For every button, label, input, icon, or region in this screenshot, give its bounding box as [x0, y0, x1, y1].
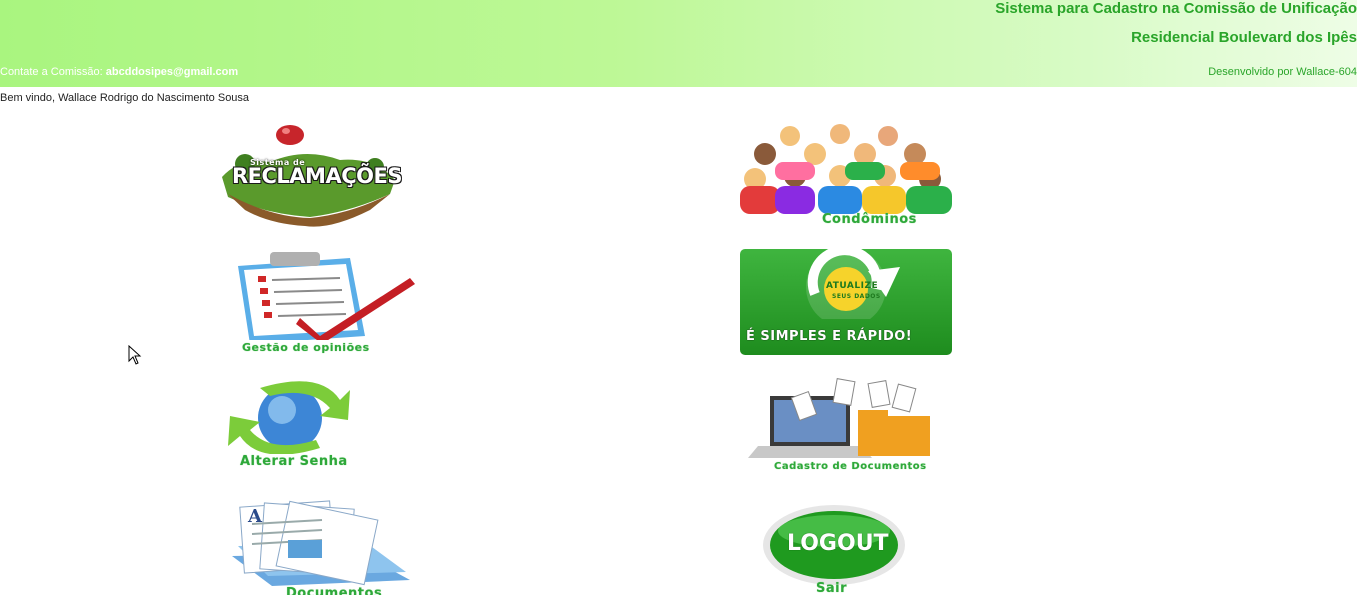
logout-badge-text: LOGOUT [787, 531, 889, 556]
contact-label: Contate a Comissão: [0, 66, 103, 78]
sair-label: Sair [816, 581, 848, 596]
gestao-opinioes-button[interactable]: Gestão de opiniões [210, 248, 420, 356]
mouse-cursor-icon [128, 345, 142, 365]
atualize-line1: ATUALIZE [826, 281, 879, 291]
condominos-label: Condôminos [822, 212, 917, 227]
atualize-line2: SEUS DADOS [832, 293, 881, 300]
atualize-dados-button[interactable]: ATUALIZE SEUS DADOS É SIMPLES E RÁPIDO! [740, 249, 952, 355]
welcome-message: Bem vindo, Wallace Rodrigo do Nascimento… [0, 92, 250, 104]
people-group-icon [740, 124, 952, 214]
contact-email-link[interactable]: abcddosipes@gmail.com [106, 66, 238, 78]
globe-arrows-icon [228, 381, 350, 454]
laptop-folders-icon [748, 378, 930, 458]
developer-credit: Desenvolvido por Wallace-604 [1208, 66, 1357, 78]
clipboard-checklist-icon [238, 252, 415, 340]
alterar-senha-button[interactable]: Alterar Senha [220, 376, 400, 472]
reclamacoes-button[interactable]: Sistema de RECLAMAÇÕES [210, 122, 410, 230]
residential-title: Residencial Boulevard dos Ipês [1131, 29, 1357, 46]
contact-info: Contate a Comissão: abcddosipes@gmail.co… [0, 66, 238, 78]
svg-text:A: A [247, 506, 263, 527]
alterar-senha-label: Alterar Senha [240, 454, 348, 469]
cadastro-documentos-button[interactable]: Cadastro de Documentos [740, 376, 952, 474]
atualize-tagline: É SIMPLES E RÁPIDO! [746, 329, 913, 344]
documentos-label: Documentos [286, 586, 383, 595]
reclamacoes-title: RECLAMAÇÕES [232, 164, 402, 188]
page-header: Sistema para Cadastro na Comissão de Uni… [0, 0, 1357, 87]
system-title: Sistema para Cadastro na Comissão de Uni… [995, 0, 1357, 17]
documentos-button[interactable]: A Documentos [222, 496, 416, 595]
cadastro-documentos-label: Cadastro de Documentos [774, 461, 927, 472]
condominos-button[interactable]: Condôminos [740, 124, 952, 230]
stacked-documents-icon: A [232, 500, 410, 586]
logout-button[interactable]: LOGOUT Sair [762, 503, 908, 596]
gestao-opinioes-label: Gestão de opiniões [242, 341, 370, 354]
